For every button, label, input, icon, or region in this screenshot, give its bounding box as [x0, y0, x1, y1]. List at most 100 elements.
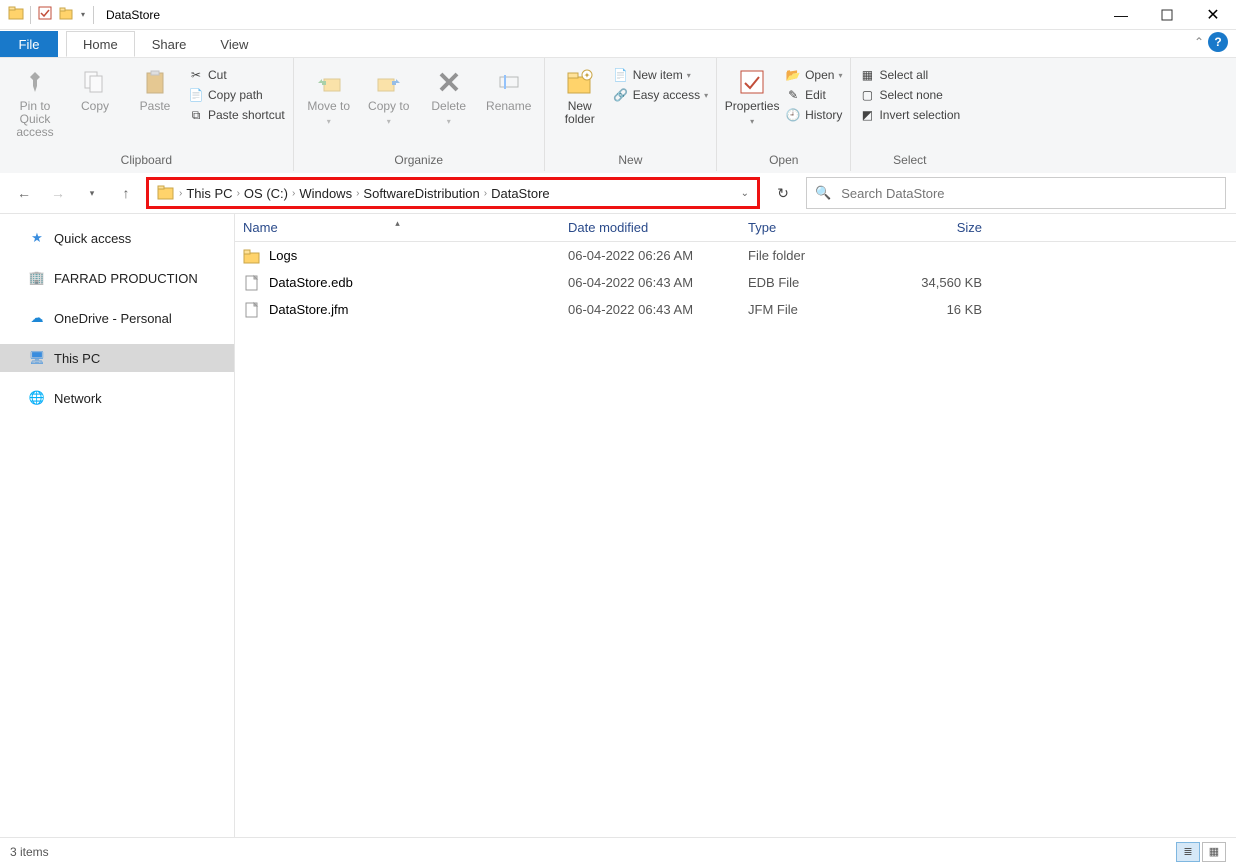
file-icon [243, 274, 261, 292]
properties-button[interactable]: Properties▾ [723, 64, 781, 130]
ribbon-tabs: File Home Share View ⌃ ? [0, 30, 1236, 58]
file-type: EDB File [740, 275, 890, 290]
navigation-row: ← → ▾ ↑ › This PC› OS (C:)› Windows› Sof… [0, 173, 1236, 213]
address-bar[interactable]: › This PC› OS (C:)› Windows› SoftwareDis… [146, 177, 760, 209]
tree-quick-access[interactable]: ★ Quick access [0, 224, 234, 252]
tab-share[interactable]: Share [135, 31, 204, 57]
address-dropdown-icon[interactable]: ⌄ [741, 188, 749, 199]
quick-access-icon: ★ [28, 229, 46, 247]
close-button[interactable]: ✕ [1190, 0, 1236, 30]
pin-button[interactable]: Pin to Quick access [6, 64, 64, 141]
new-folder-button[interactable]: ✦ New folder [551, 64, 609, 128]
group-label: Select [893, 151, 926, 171]
clipboard-small: ✂Cut 📄Copy path ⧉Paste shortcut [186, 64, 287, 124]
new-folder-icon: ✦ [564, 66, 596, 98]
file-row[interactable]: Logs06-04-2022 06:26 AMFile folder [235, 242, 1236, 269]
breadcrumb-segment[interactable]: Windows› [299, 186, 359, 201]
folder-icon [243, 247, 261, 265]
new-item-icon: 📄 [613, 67, 629, 83]
copyto-icon [373, 66, 405, 98]
cloud-icon: ☁ [28, 309, 46, 327]
column-headers: ▴Name Date modified Type Size [235, 214, 1236, 242]
copy-button[interactable]: Copy [66, 64, 124, 115]
column-date[interactable]: Date modified [560, 220, 740, 235]
new-small: 📄New item ▾ 🔗Easy access ▾ [611, 64, 710, 104]
delete-button[interactable]: Delete▾ [420, 64, 478, 130]
tab-view[interactable]: View [203, 31, 265, 57]
file-row[interactable]: DataStore.jfm06-04-2022 06:43 AMJFM File… [235, 296, 1236, 323]
breadcrumb-segment[interactable]: DataStore [491, 186, 550, 201]
file-name: DataStore.edb [269, 275, 353, 290]
help-icon[interactable]: ? [1208, 32, 1228, 52]
file-name: DataStore.jfm [269, 302, 348, 317]
nav-recent-button[interactable]: ▾ [78, 179, 106, 207]
history-button[interactable]: 🕘History [783, 106, 844, 124]
ribbon-options: ⌃ ? [1194, 32, 1228, 52]
copy-path-button[interactable]: 📄Copy path [186, 86, 287, 104]
nav-back-button[interactable]: ← [10, 179, 38, 207]
paste-shortcut-button[interactable]: ⧉Paste shortcut [186, 106, 287, 124]
file-icon [243, 301, 261, 319]
file-menu[interactable]: File [0, 31, 58, 57]
rename-button[interactable]: Rename [480, 64, 538, 115]
file-row[interactable]: DataStore.edb06-04-2022 06:43 AMEDB File… [235, 269, 1236, 296]
view-icons-button[interactable]: ▦ [1202, 842, 1226, 862]
select-none-button[interactable]: ▢Select none [857, 86, 962, 104]
breadcrumb-segment[interactable]: OS (C:)› [244, 186, 295, 201]
nav-up-button[interactable]: ↑ [112, 179, 140, 207]
search-icon: 🔍 [815, 185, 831, 201]
invert-icon: ◩ [859, 107, 875, 123]
tab-home[interactable]: Home [66, 31, 135, 57]
paste-icon [139, 66, 171, 98]
paste-button[interactable]: Paste [126, 64, 184, 115]
newfolder-qat-icon[interactable] [59, 5, 75, 24]
edit-button[interactable]: ✎Edit [783, 86, 844, 104]
view-switcher: ≣ ▦ [1176, 842, 1226, 862]
rename-icon [493, 66, 525, 98]
qat-dropdown-icon[interactable]: ▾ [81, 10, 85, 19]
tree-network[interactable]: 🌐 Network [0, 384, 234, 412]
window-controls: — ✕ [1098, 0, 1236, 30]
breadcrumb-segment[interactable]: SoftwareDistribution› [363, 186, 487, 201]
title-bar: ▾ DataStore — ✕ [0, 0, 1236, 30]
tree-farrad[interactable]: 🏢 FARRAD PRODUCTION [0, 264, 234, 292]
properties-icon [736, 66, 768, 98]
group-organize: Move to▾ Copy to▾ Delete▾ Rename Organiz… [294, 58, 545, 171]
tree-onedrive[interactable]: ☁ OneDrive - Personal [0, 304, 234, 332]
column-type[interactable]: Type [740, 220, 890, 235]
search-box[interactable]: 🔍 [806, 177, 1226, 209]
view-details-button[interactable]: ≣ [1176, 842, 1200, 862]
search-input[interactable] [839, 185, 1217, 202]
file-rows: Logs06-04-2022 06:26 AMFile folderDataSt… [235, 242, 1236, 323]
properties-qat-icon[interactable] [37, 5, 53, 24]
copy-icon [79, 66, 111, 98]
column-name[interactable]: ▴Name [235, 220, 560, 235]
group-clipboard: Pin to Quick access Copy Paste ✂Cut 📄Cop… [0, 58, 294, 171]
copyto-button[interactable]: Copy to▾ [360, 64, 418, 130]
column-size[interactable]: Size [890, 220, 990, 235]
group-open: Properties▾ 📂Open ▾ ✎Edit 🕘History Open [717, 58, 851, 171]
maximize-button[interactable] [1144, 0, 1190, 30]
tree-this-pc[interactable]: 🖥 This PC [0, 344, 234, 372]
ribbon: Pin to Quick access Copy Paste ✂Cut 📄Cop… [0, 58, 1236, 173]
moveto-button[interactable]: Move to▾ [300, 64, 358, 130]
history-icon: 🕘 [785, 107, 801, 123]
minimize-button[interactable]: — [1098, 0, 1144, 30]
cut-button[interactable]: ✂Cut [186, 66, 287, 84]
sort-asc-icon: ▴ [395, 218, 400, 229]
nav-forward-button[interactable]: → [44, 179, 72, 207]
open-button[interactable]: 📂Open ▾ [783, 66, 844, 84]
easy-access-button[interactable]: 🔗Easy access ▾ [611, 86, 710, 104]
group-label: Organize [394, 151, 443, 171]
breadcrumb-segment[interactable]: This PC› [186, 186, 240, 201]
new-item-button[interactable]: 📄New item ▾ [611, 66, 710, 84]
group-label: Clipboard [121, 151, 172, 171]
ribbon-collapse-icon[interactable]: ⌃ [1194, 35, 1204, 49]
easy-access-icon: 🔗 [613, 87, 629, 103]
moveto-icon [313, 66, 345, 98]
group-label: Open [769, 151, 798, 171]
select-all-button[interactable]: ▦Select all [857, 66, 962, 84]
invert-selection-button[interactable]: ◩Invert selection [857, 106, 962, 124]
path-icon: 📄 [188, 87, 204, 103]
refresh-button[interactable]: ↻ [766, 177, 800, 209]
